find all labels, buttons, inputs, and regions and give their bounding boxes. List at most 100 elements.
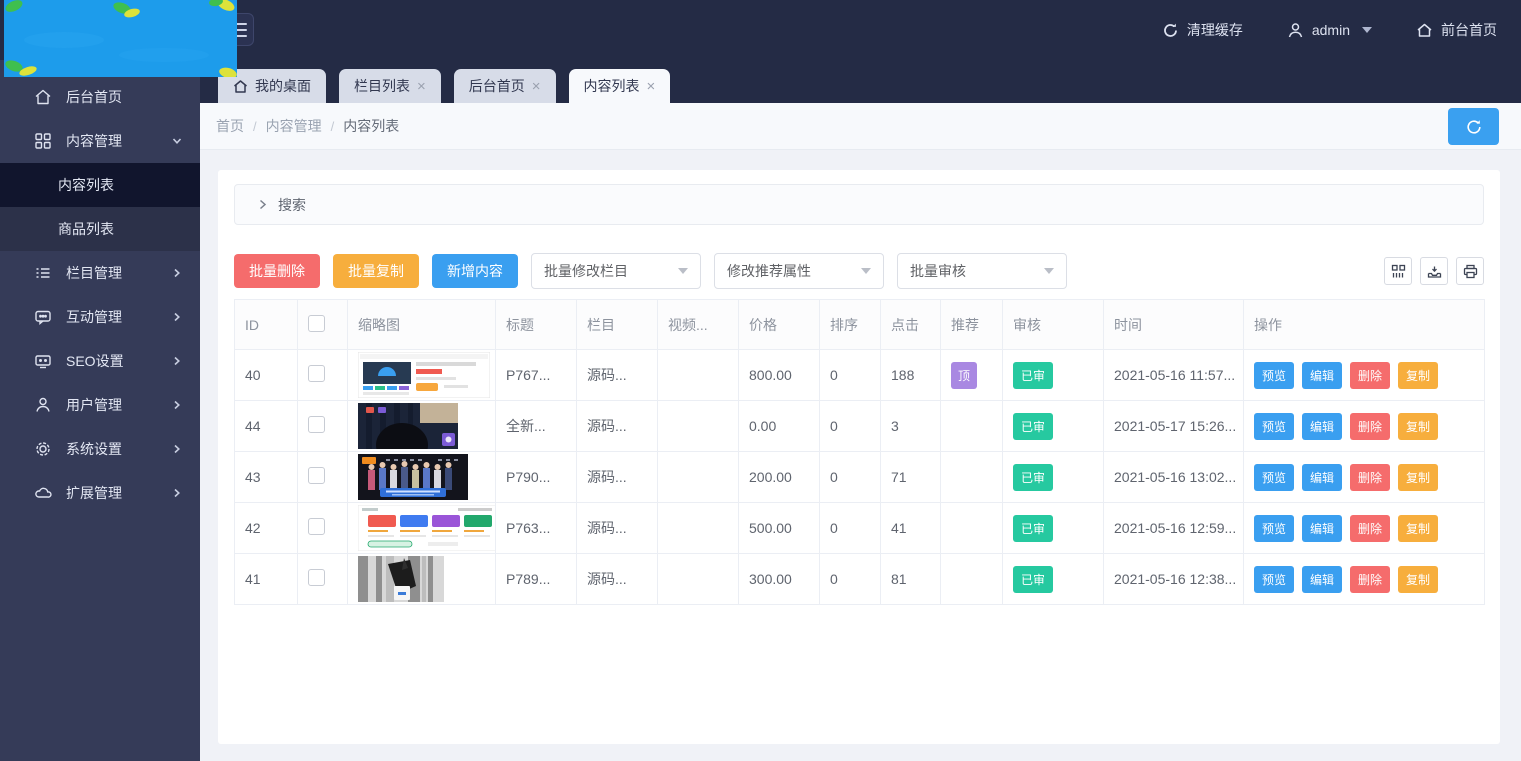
export-button[interactable] <box>1420 257 1448 285</box>
edit-button[interactable]: 编辑 <box>1302 362 1342 389</box>
batch-review-select[interactable]: 批量审核 <box>897 253 1067 289</box>
sidebar-item-dashboard[interactable]: 后台首页 <box>0 75 200 119</box>
edit-button[interactable]: 编辑 <box>1302 566 1342 593</box>
sidebar-item-seo-settings[interactable]: SEO设置 <box>0 339 200 383</box>
cell-time: 2021-05-16 12:59... <box>1104 503 1244 554</box>
edit-button[interactable]: 编辑 <box>1302 464 1342 491</box>
row-checkbox[interactable] <box>308 569 325 586</box>
tab-close-icon[interactable]: × <box>647 79 656 94</box>
tab-column-list[interactable]: 栏目列表 × <box>339 69 441 103</box>
chevron-right-icon <box>172 400 182 410</box>
column-filter-button[interactable] <box>1384 257 1412 285</box>
cell-sort: 0 <box>820 350 881 401</box>
breadcrumb-content-mgmt[interactable]: 内容管理 <box>266 116 322 136</box>
table-row: 40 P767... 源码... 800.00 0 188 顶 已审 20 <box>235 350 1485 401</box>
sidebar-item-content-mgmt[interactable]: 内容管理 <box>0 119 200 163</box>
preview-button[interactable]: 预览 <box>1254 566 1294 593</box>
delete-button[interactable]: 删除 <box>1350 515 1390 542</box>
delete-button[interactable]: 删除 <box>1350 362 1390 389</box>
edit-button[interactable]: 编辑 <box>1302 413 1342 440</box>
thumbnail-image[interactable] <box>358 556 444 602</box>
sidebar-item-label: 互动管理 <box>66 307 172 327</box>
preview-button[interactable]: 预览 <box>1254 413 1294 440</box>
thumbnail-image[interactable] <box>358 505 496 551</box>
select-value: 修改推荐属性 <box>727 261 811 281</box>
sidebar-item-content-list[interactable]: 内容列表 <box>0 163 200 207</box>
row-checkbox[interactable] <box>308 365 325 382</box>
print-button[interactable] <box>1456 257 1484 285</box>
thumbnail-image[interactable] <box>358 403 458 449</box>
batch-copy-button[interactable]: 批量复制 <box>333 254 419 288</box>
cell-price: 200.00 <box>739 452 820 503</box>
change-recommend-select[interactable]: 修改推荐属性 <box>714 253 884 289</box>
delete-button[interactable]: 删除 <box>1350 464 1390 491</box>
site-logo[interactable] <box>4 0 237 77</box>
sidebar-item-interaction-mgmt[interactable]: 互动管理 <box>0 295 200 339</box>
copy-button[interactable]: 复制 <box>1398 566 1438 593</box>
table-row: 44 全新... 源码... 0.00 0 3 已审 2021-05-1 <box>235 401 1485 452</box>
row-checkbox[interactable] <box>308 518 325 535</box>
chat-icon <box>34 308 52 326</box>
cell-id: 44 <box>235 401 298 452</box>
chevron-right-icon <box>172 488 182 498</box>
chevron-down-icon <box>678 268 688 274</box>
cell-title: P790... <box>496 452 577 503</box>
cell-video <box>658 554 739 605</box>
monitor-icon <box>34 352 52 370</box>
tab-backend-home[interactable]: 后台首页 × <box>454 69 556 103</box>
sidebar-item-goods-list[interactable]: 商品列表 <box>0 207 200 251</box>
cell-clicks: 41 <box>881 503 941 554</box>
row-checkbox[interactable] <box>308 467 325 484</box>
delete-button[interactable]: 删除 <box>1350 566 1390 593</box>
cell-title: P763... <box>496 503 577 554</box>
breadcrumb-home[interactable]: 首页 <box>216 116 244 136</box>
sidebar-item-system-settings[interactable]: 系统设置 <box>0 427 200 471</box>
sidebar-item-column-mgmt[interactable]: 栏目管理 <box>0 251 200 295</box>
row-checkbox[interactable] <box>308 416 325 433</box>
copy-button[interactable]: 复制 <box>1398 413 1438 440</box>
chevron-right-icon <box>172 312 182 322</box>
thumbnail-image[interactable] <box>358 352 490 398</box>
sidebar-item-user-mgmt[interactable]: 用户管理 <box>0 383 200 427</box>
batch-delete-button[interactable]: 批量删除 <box>234 254 320 288</box>
cell-id: 42 <box>235 503 298 554</box>
cell-price: 500.00 <box>739 503 820 554</box>
refresh-page-button[interactable] <box>1448 108 1499 145</box>
tab-close-icon[interactable]: × <box>532 79 541 94</box>
preview-button[interactable]: 预览 <box>1254 464 1294 491</box>
search-collapse-toggle[interactable]: 搜索 <box>234 184 1484 225</box>
review-status-badge: 已审 <box>1013 464 1053 491</box>
breadcrumb: 首页 / 内容管理 / 内容列表 <box>200 103 1521 150</box>
refresh-icon <box>1465 118 1483 136</box>
review-status-badge: 已审 <box>1013 362 1053 389</box>
user-menu[interactable]: admin <box>1287 22 1372 39</box>
admin-screen: 清理缓存 admin 前台首页 <box>0 0 1521 761</box>
chevron-down-icon <box>1362 27 1372 33</box>
columns-icon <box>1391 264 1406 279</box>
cell-category: 源码... <box>577 350 658 401</box>
cell-price: 0.00 <box>739 401 820 452</box>
tab-content-list[interactable]: 内容列表 × <box>569 69 671 103</box>
cell-video <box>658 503 739 554</box>
sidebar-item-label: 内容列表 <box>58 175 114 195</box>
thumbnail-image[interactable] <box>358 454 468 500</box>
batch-change-category-select[interactable]: 批量修改栏目 <box>531 253 701 289</box>
select-all-checkbox[interactable] <box>308 315 325 332</box>
preview-button[interactable]: 预览 <box>1254 515 1294 542</box>
copy-button[interactable]: 复制 <box>1398 464 1438 491</box>
home-icon <box>34 88 52 106</box>
front-home-link[interactable]: 前台首页 <box>1416 20 1497 40</box>
edit-button[interactable]: 编辑 <box>1302 515 1342 542</box>
chevron-right-icon <box>172 356 182 366</box>
sidebar-item-extension-mgmt[interactable]: 扩展管理 <box>0 471 200 515</box>
copy-button[interactable]: 复制 <box>1398 515 1438 542</box>
copy-button[interactable]: 复制 <box>1398 362 1438 389</box>
clear-cache-button[interactable]: 清理缓存 <box>1162 20 1243 40</box>
tab-close-icon[interactable]: × <box>417 79 426 94</box>
chevron-down-icon <box>861 268 871 274</box>
add-content-button[interactable]: 新增内容 <box>432 254 518 288</box>
delete-button[interactable]: 删除 <box>1350 413 1390 440</box>
sidebar-item-label: 商品列表 <box>58 219 114 239</box>
grid-icon <box>34 132 52 150</box>
preview-button[interactable]: 预览 <box>1254 362 1294 389</box>
